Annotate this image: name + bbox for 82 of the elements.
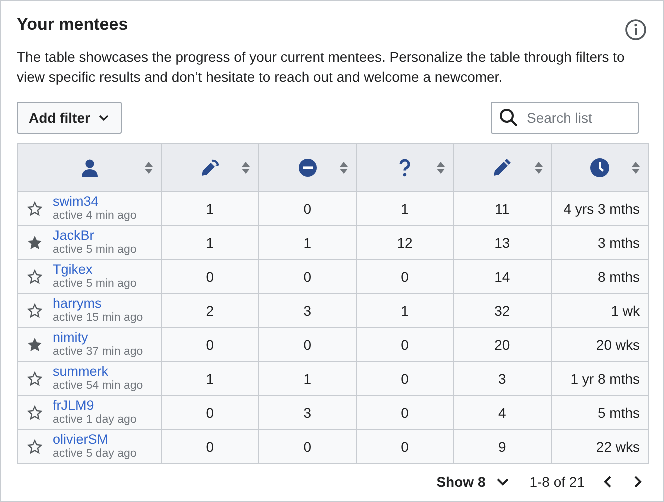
page-size-selector[interactable]: Show 8: [436, 474, 486, 490]
star-icon[interactable]: [27, 268, 43, 284]
pencil-arrow-icon: [200, 158, 220, 178]
mentee-link[interactable]: summerk: [53, 364, 144, 379]
mentee-link[interactable]: JackBr: [53, 228, 137, 243]
table-cell: 1: [304, 234, 312, 250]
mentee-link[interactable]: harryms: [53, 296, 144, 311]
mentee-link[interactable]: frJLM9: [53, 398, 137, 413]
user-icon: [80, 158, 100, 178]
activity-text: active 5 day ago: [53, 447, 137, 461]
star-icon[interactable]: [27, 200, 43, 216]
activity-text: active 5 min ago: [53, 243, 137, 257]
table-cell: 3: [498, 370, 506, 386]
activity-text: active 54 min ago: [53, 379, 144, 393]
sort-icon[interactable]: [340, 162, 348, 174]
table-cell: 32: [494, 302, 510, 318]
table-cell: 4 yrs 3 mths: [564, 200, 640, 216]
table-cell: 11: [495, 200, 510, 216]
star-icon[interactable]: [27, 302, 43, 318]
table-cell: 0: [401, 268, 409, 284]
table-cell: 1: [206, 370, 214, 386]
activity-text: active 15 min ago: [53, 311, 144, 325]
sort-icon[interactable]: [632, 162, 640, 174]
activity-text: active 5 min ago: [53, 277, 137, 291]
table-cell: 0: [401, 438, 409, 454]
table-cell: 4: [498, 404, 506, 420]
table-cell: 22 wks: [596, 438, 640, 454]
mentee-link[interactable]: nimity: [53, 330, 144, 345]
table-cell: 1 yr 8 mths: [570, 370, 640, 386]
section-title: Your mentees: [17, 14, 128, 36]
table-cell: 0: [304, 438, 312, 454]
sort-icon[interactable]: [242, 162, 250, 174]
sort-icon[interactable]: [534, 162, 543, 174]
table-cell: 0: [401, 404, 409, 420]
table-cell: 3: [304, 302, 312, 318]
info-icon[interactable]: [625, 19, 647, 41]
page-range: 1-8 of 21: [530, 474, 585, 490]
table-cell: 0: [304, 336, 312, 352]
table-cell: 0: [206, 404, 214, 420]
table-cell: 3 mths: [598, 234, 640, 250]
pencil-icon: [492, 158, 512, 178]
table-cell: 0: [401, 370, 409, 386]
sort-icon[interactable]: [437, 162, 446, 174]
table-cell: 1: [401, 302, 409, 318]
table-cell: 0: [304, 268, 312, 284]
filled-star-icon[interactable]: [27, 336, 43, 352]
activity-text: active 1 day ago: [53, 413, 137, 427]
activity-text: active 37 min ago: [53, 345, 144, 359]
table-cell: 20: [494, 336, 510, 352]
description-text: The table showcases the progress of your current mentees. Personalize the table through filters to view specific results and don’t hesitate to reach out and welcome a newcomer.: [17, 48, 626, 87]
mentee-link[interactable]: olivierSM: [53, 432, 137, 447]
mentee-link[interactable]: Tgikex: [53, 262, 137, 277]
table-cell: 0: [401, 336, 409, 352]
table-cell: 0: [206, 268, 214, 284]
table-cell: 0: [206, 438, 214, 454]
table-cell: 9: [498, 438, 506, 454]
minus-circle-icon: [298, 158, 318, 178]
table-cell: 5 mths: [598, 404, 640, 420]
filled-star-icon[interactable]: [27, 234, 43, 250]
table-cell: 1: [304, 370, 312, 386]
table-cell: 0: [304, 200, 312, 216]
table-cell: 2: [206, 302, 214, 318]
sort-icon[interactable]: [145, 162, 153, 174]
search-field[interactable]: Search list: [491, 102, 639, 134]
table-cell: 0: [206, 336, 214, 352]
table-cell: 12: [397, 234, 413, 250]
star-icon[interactable]: [27, 404, 43, 420]
table-cell: 13: [494, 234, 510, 250]
table-cell: 8 mths: [598, 268, 640, 284]
mentee-link[interactable]: swim34: [53, 194, 137, 209]
activity-text: active 4 min ago: [53, 209, 137, 223]
table-cell: 1: [206, 234, 214, 250]
table-cell: 20 wks: [596, 336, 640, 352]
table-cell: 1 wk: [611, 302, 640, 318]
table-cell: 1: [401, 200, 409, 216]
add-filter-button[interactable]: Add filter: [17, 102, 122, 134]
table-cell: 14: [494, 268, 510, 284]
table-cell: 3: [304, 404, 312, 420]
clock-icon: [590, 158, 610, 178]
star-icon[interactable]: [27, 370, 43, 386]
star-icon[interactable]: [27, 438, 43, 454]
table-cell: 1: [206, 200, 214, 216]
